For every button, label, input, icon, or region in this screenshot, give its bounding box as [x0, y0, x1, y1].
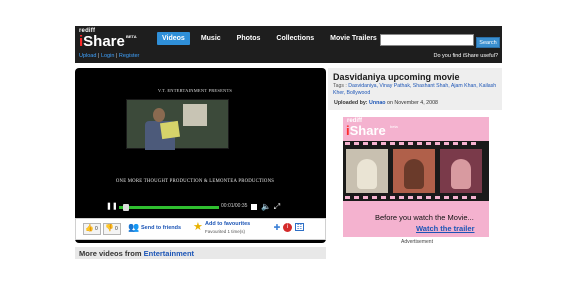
tags-links[interactable]: Dasvidaniya, Vinay Pathak, Shashant Shah…: [333, 83, 496, 96]
send-to-friends-link[interactable]: Send to friends: [141, 225, 181, 231]
tags-label: Tags :: [333, 83, 347, 89]
uploaded-by-label: Uploaded by:: [334, 100, 368, 106]
embed-icon[interactable]: ☷: [295, 223, 304, 231]
nav-photos[interactable]: Photos: [232, 32, 266, 45]
fullscreen-icon[interactable]: ⤢: [272, 202, 282, 212]
separator: |: [97, 53, 100, 59]
ad-logo-ishare: iShare: [346, 123, 386, 138]
pause-icon[interactable]: ❚❚: [106, 203, 118, 211]
logo-ishare-text: iShare: [79, 33, 125, 50]
advertisement-banner[interactable]: rediff iShare beta Before you watch the …: [343, 117, 489, 237]
volume-icon[interactable]: 🔈: [261, 202, 271, 212]
thumbs-up-count: 0: [95, 226, 98, 232]
star-icon[interactable]: ★: [193, 221, 205, 233]
scene-person-head: [153, 108, 165, 122]
beta-badge: BETA: [126, 34, 137, 39]
film-frame: [346, 149, 388, 193]
video-player[interactable]: V.T. ENTERTAINMENT PRESENTS ONE MORE THO…: [75, 68, 326, 243]
account-links: Upload | Login | Register: [79, 53, 139, 59]
add-to-favourites-link[interactable]: Add to favourites: [205, 221, 250, 227]
feedback-link[interactable]: Do you find iShare useful?: [433, 53, 498, 59]
main-nav: Videos Music Photos Collections Movie Tr…: [157, 32, 388, 45]
account-bar: Upload | Login | Register Do you find iS…: [75, 52, 502, 63]
uploader-info: Uploaded by: Unnao on November 4, 2008: [334, 100, 438, 106]
video-credits-text: ONE MORE THOUGHT PRODUCTION & LEMONTEA P…: [115, 179, 275, 184]
uploader-link[interactable]: Unnao: [369, 100, 385, 106]
thumbs-up-icon: 👍: [85, 225, 94, 232]
search-button[interactable]: Search: [476, 37, 500, 48]
more-videos-heading: More videos from Entertainment: [79, 249, 195, 258]
info-icon[interactable]: i: [283, 223, 292, 232]
search-input[interactable]: [380, 34, 474, 46]
share-plus-icon[interactable]: ✚: [272, 223, 282, 233]
advertisement-label: Advertisement: [401, 239, 433, 245]
video-title: Dasvidaniya upcoming movie: [333, 72, 460, 82]
login-link[interactable]: Login: [101, 53, 114, 59]
more-videos-category-link[interactable]: Entertainment: [144, 249, 194, 258]
nav-collections[interactable]: Collections: [271, 32, 319, 45]
time-readout: 00:01/00:35: [221, 203, 248, 209]
thumbs-down-button[interactable]: 👎 0: [103, 223, 121, 235]
nav-movie-trailers[interactable]: Movie Trailers: [325, 32, 382, 45]
ad-tagline: Before you watch the Movie...: [375, 213, 474, 222]
ishare-logo[interactable]: rediff iShare BETA: [79, 28, 139, 50]
film-frame: [393, 149, 435, 193]
favourited-count: Favourited 1 time(s): [205, 229, 246, 234]
upload-link[interactable]: Upload: [79, 53, 96, 59]
film-strip-image: [343, 141, 489, 201]
thumbs-down-icon: 👎: [105, 225, 114, 232]
video-presents-text: V.T. ENTERTAINMENT PRESENTS: [157, 88, 233, 93]
register-link[interactable]: Register: [119, 53, 139, 59]
seek-handle[interactable]: [123, 204, 129, 211]
thumbs-up-button[interactable]: 👍 0: [83, 223, 101, 235]
seek-bar[interactable]: [119, 204, 219, 211]
nav-videos[interactable]: Videos: [157, 32, 190, 45]
separator: |: [115, 53, 118, 59]
scene-shelf: [183, 104, 207, 126]
video-frame[interactable]: [126, 99, 229, 150]
header-bar: rediff iShare BETA Videos Music Photos C…: [75, 26, 502, 52]
send-friends-icon[interactable]: 👥: [128, 222, 140, 232]
nav-music[interactable]: Music: [196, 32, 226, 45]
seek-bar-fill: [119, 206, 219, 209]
scene-paper: [159, 120, 181, 140]
upload-date: on November 4, 2008: [387, 100, 438, 106]
ad-ishare-logo: rediff iShare beta: [346, 118, 398, 138]
film-frame: [440, 149, 482, 193]
thumbs-down-count: 0: [115, 226, 118, 232]
film-holes-top: [345, 142, 487, 146]
watch-trailer-link[interactable]: Watch the trailer: [416, 224, 474, 233]
video-actions-bar: 👍 0 👎 0 👥 Send to friends ★ Add to favou…: [75, 218, 326, 240]
video-tags: Tags : Dasvidaniya, Vinay Pathak, Shasha…: [333, 83, 497, 96]
player-controls: ❚❚ 00:01/00:35 🔈 ⤢: [106, 202, 282, 212]
stop-icon[interactable]: [251, 204, 257, 210]
more-videos-bar: More videos from Entertainment: [75, 247, 326, 259]
ad-logo-badge: beta: [390, 124, 398, 129]
film-holes-bottom: [345, 196, 487, 200]
